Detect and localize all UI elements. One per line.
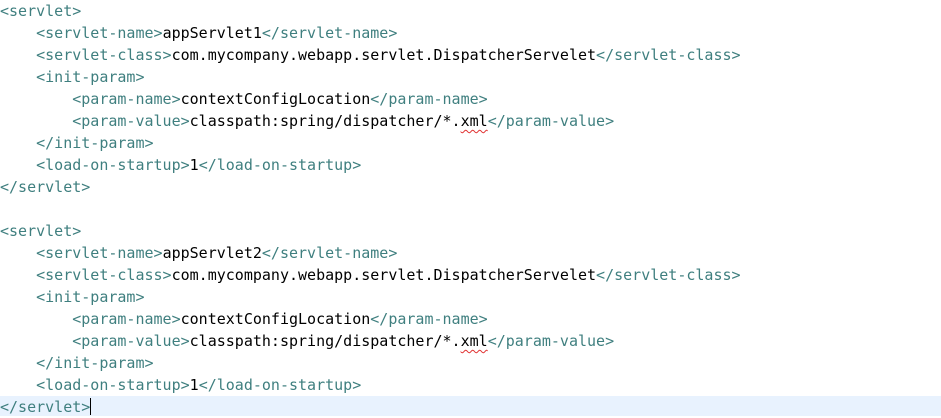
xml-open-tag: <servlet-name> <box>36 244 163 262</box>
xml-close-tag: </load-on-startup> <box>198 156 362 174</box>
xml-open-tag: <param-value> <box>72 112 190 130</box>
code-line[interactable]: <param-name>contextConfigLocation</param… <box>0 308 941 330</box>
xml-close-tag: </servlet-class> <box>596 266 741 284</box>
text-cursor <box>90 398 92 415</box>
code-line[interactable]: <param-value>classpath:spring/dispatcher… <box>0 110 941 132</box>
code-line[interactable]: <servlet> <box>0 0 941 22</box>
xml-text: 1 <box>189 156 199 174</box>
xml-open-tag: <param-value> <box>72 332 190 350</box>
code-line[interactable]: </init-param> <box>0 132 941 154</box>
xml-open-tag: <servlet-class> <box>36 266 172 284</box>
xml-text: com.mycompany.webapp.servlet.DispatcherS… <box>171 266 597 284</box>
xml-text: classpath:spring/dispatcher/*. <box>189 112 461 130</box>
xml-open-tag: <servlet-name> <box>36 24 163 42</box>
code-line[interactable] <box>0 198 941 220</box>
xml-open-tag: <load-on-startup> <box>36 376 190 394</box>
current-code-line[interactable]: </servlet> <box>0 396 941 416</box>
code-line[interactable]: <load-on-startup>1</load-on-startup> <box>0 374 941 396</box>
spelling-squiggle-word: xml <box>460 112 488 130</box>
xml-open-tag: </init-param> <box>36 354 154 372</box>
xml-text: appServlet1 <box>162 24 262 42</box>
xml-close-tag: </servlet-class> <box>596 46 741 64</box>
xml-open-tag: <param-name> <box>72 90 181 108</box>
xml-open-tag: <param-name> <box>72 310 181 328</box>
code-line[interactable]: <init-param> <box>0 286 941 308</box>
xml-text: com.mycompany.webapp.servlet.DispatcherS… <box>171 46 597 64</box>
xml-open-tag: <init-param> <box>36 288 145 306</box>
code-line[interactable]: <init-param> <box>0 66 941 88</box>
code-line[interactable]: <servlet> <box>0 220 941 242</box>
xml-open-tag: <init-param> <box>36 68 145 86</box>
code-line[interactable]: <servlet-class>com.mycompany.webapp.serv… <box>0 44 941 66</box>
xml-text: 1 <box>189 376 199 394</box>
xml-text: contextConfigLocation <box>180 310 371 328</box>
xml-close-tag: </servlet> <box>0 398 91 416</box>
xml-text: appServlet2 <box>162 244 262 262</box>
xml-text: classpath:spring/dispatcher/*. <box>189 332 461 350</box>
code-line[interactable]: </servlet> <box>0 176 941 198</box>
code-line[interactable]: <load-on-startup>1</load-on-startup> <box>0 154 941 176</box>
code-line[interactable]: <servlet-name>appServlet1</servlet-name> <box>0 22 941 44</box>
xml-open-tag: <servlet> <box>0 222 82 240</box>
xml-close-tag: </servlet-name> <box>261 244 398 262</box>
xml-close-tag: </param-name> <box>370 310 488 328</box>
code-line[interactable]: <servlet-name>appServlet2</servlet-name> <box>0 242 941 264</box>
xml-text: contextConfigLocation <box>180 90 371 108</box>
code-line[interactable]: </init-param> <box>0 352 941 374</box>
xml-close-tag: </param-value> <box>487 112 615 130</box>
code-line[interactable]: <servlet-class>com.mycompany.webapp.serv… <box>0 264 941 286</box>
xml-close-tag: </param-name> <box>370 90 488 108</box>
code-line[interactable]: <param-value>classpath:spring/dispatcher… <box>0 330 941 352</box>
spelling-squiggle-word: xml <box>460 332 488 350</box>
xml-close-tag: </servlet-name> <box>261 24 398 42</box>
xml-open-tag: <load-on-startup> <box>36 156 190 174</box>
xml-open-tag: <servlet> <box>0 2 82 20</box>
xml-open-tag: <servlet-class> <box>36 46 172 64</box>
xml-open-tag: </init-param> <box>36 134 154 152</box>
xml-close-tag: </load-on-startup> <box>198 376 362 394</box>
code-line[interactable]: <param-name>contextConfigLocation</param… <box>0 88 941 110</box>
xml-close-tag: </param-value> <box>487 332 615 350</box>
code-editor[interactable]: <servlet> <servlet-name>appServlet1</ser… <box>0 0 941 416</box>
xml-open-tag: </servlet> <box>0 178 91 196</box>
